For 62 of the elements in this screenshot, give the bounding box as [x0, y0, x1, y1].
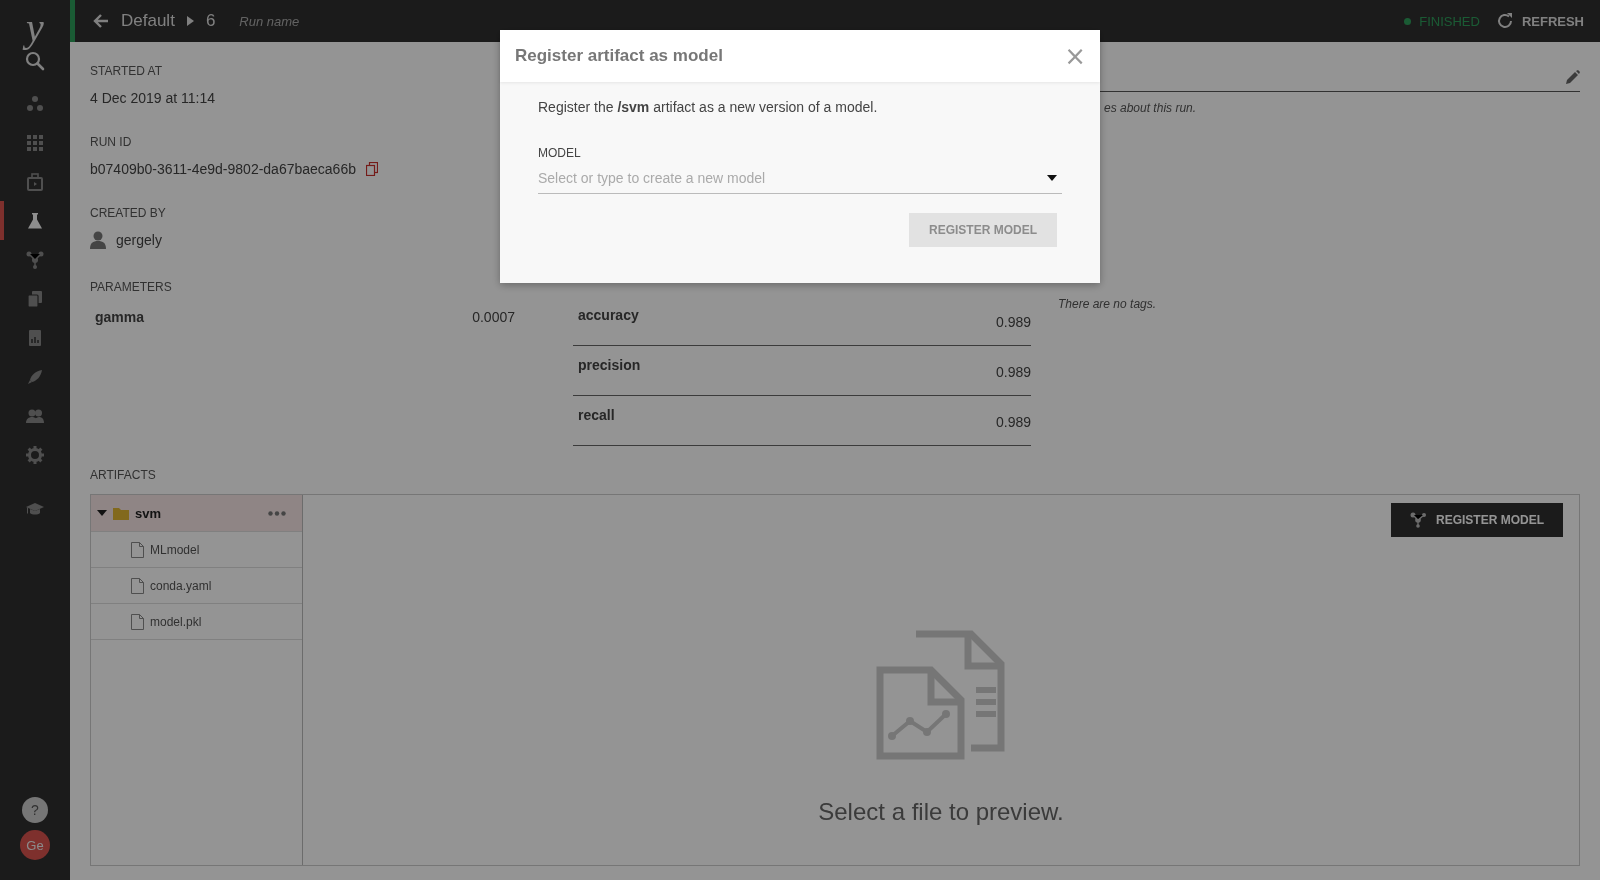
field-value: 4 Dec 2019 at 11:14	[90, 89, 216, 108]
caret-down-icon	[1047, 175, 1057, 181]
file-row[interactable]: model.pkl	[91, 604, 302, 640]
experiment-link[interactable]: Default	[121, 11, 175, 31]
help-button[interactable]: ?	[22, 797, 48, 823]
section-heading: PARAMETERS	[90, 279, 173, 295]
file-icon	[131, 541, 144, 558]
refresh-icon	[1495, 12, 1514, 30]
user-avatar[interactable]: Ge	[20, 830, 50, 860]
file-icon	[131, 577, 144, 594]
rocket-icon	[26, 367, 44, 386]
field-label: STARTED AT	[90, 63, 163, 79]
refresh-button[interactable]: REFRESH	[1495, 12, 1584, 30]
section-heading: ARTIFACTS	[90, 468, 157, 482]
network-icon	[26, 250, 44, 269]
field-value: b07409b0-3611-4e9d-9802-da67baeca66b	[90, 160, 356, 179]
file-preview-icon	[876, 630, 1006, 760]
file-icon	[131, 613, 144, 630]
register-model-button[interactable]: REGISTER MODEL	[1391, 503, 1563, 537]
flask-icon	[26, 211, 44, 230]
grid-icon	[26, 133, 44, 152]
report-icon	[26, 328, 44, 347]
metric-value: 0.989	[995, 314, 1031, 330]
search-icon	[25, 51, 45, 71]
metric-name: accuracy	[578, 307, 639, 323]
network-icon	[1410, 512, 1426, 528]
back-arrow-icon[interactable]	[93, 14, 109, 28]
file-row[interactable]: MLmodel	[91, 532, 302, 568]
caret-down-icon[interactable]	[97, 508, 107, 518]
briefcase-icon	[26, 172, 44, 191]
copy-icon[interactable]	[366, 162, 378, 176]
preview-message: Select a file to preview.	[818, 798, 1064, 826]
dots-icon	[26, 94, 44, 113]
pencil-icon[interactable]	[1566, 70, 1580, 84]
run-number: 6	[205, 11, 216, 31]
field-value: gergely	[116, 231, 162, 250]
status-dot	[1404, 17, 1412, 25]
caret-right-icon	[186, 16, 194, 26]
empty-tags-message: There are no tags.	[1058, 297, 1158, 311]
field-label: MODEL	[538, 146, 582, 160]
run-name-field[interactable]: Run name	[237, 12, 442, 30]
field-label: RUN ID	[90, 134, 133, 150]
field-label: CREATED BY	[90, 205, 167, 221]
metric-name: precision	[578, 357, 641, 373]
folder-row[interactable]: svm	[91, 495, 302, 532]
close-button[interactable]: ×	[1064, 43, 1086, 69]
settings-icon	[26, 445, 44, 464]
parameter-name: gamma	[95, 309, 145, 325]
metric-name: recall	[578, 407, 615, 423]
dialog-message: Register the /svm artifact as a new version of a model.	[538, 99, 879, 115]
more-icon[interactable]	[268, 510, 286, 516]
metric-value: 0.989	[995, 414, 1031, 430]
status-label: FINISHED	[1419, 13, 1480, 29]
dialog-title: Register artifact as model	[515, 46, 723, 66]
copies-icon	[26, 289, 44, 308]
notes-hint: es about this run.	[1104, 101, 1198, 115]
metric-value: 0.989	[995, 364, 1031, 380]
file-row[interactable]: conda.yaml	[91, 568, 302, 604]
folder-icon	[113, 506, 129, 520]
user-icon	[90, 231, 106, 249]
parameter-value: 0.0007	[472, 309, 515, 325]
model-select[interactable]: Select or type to create a new model	[538, 162, 1062, 194]
